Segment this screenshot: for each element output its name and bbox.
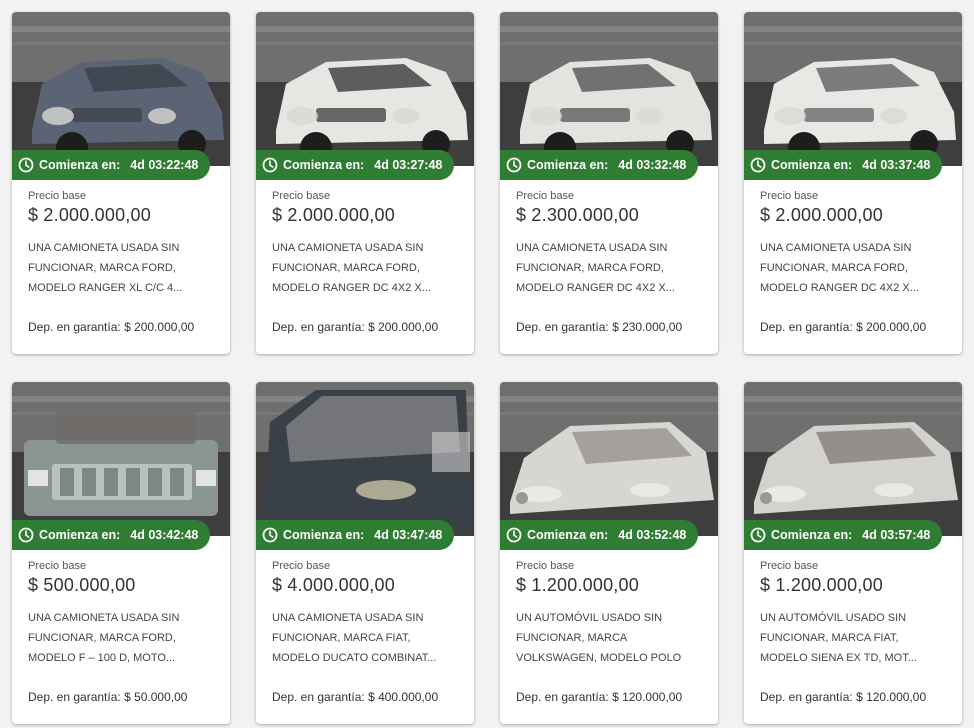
vehicle-description: UNA CAMIONETA USADA SIN FUNCIONAR, MARCA…: [28, 242, 183, 294]
countdown-label: Comienza en:: [39, 528, 121, 542]
vehicle-description: UNA CAMIONETA USADA SIN FUNCIONAR, MARCA…: [272, 242, 431, 294]
vehicle-photo[interactable]: [500, 382, 718, 536]
countdown-badge: Comienza en: 4d 03:32:48: [500, 150, 699, 180]
price-label: Precio base: [760, 560, 819, 572]
vehicle-photo[interactable]: [12, 12, 230, 166]
clock-icon: [18, 527, 34, 543]
card-body: Precio base $ 500.000,00 UNA CAMIONETA U…: [12, 536, 230, 668]
listing-card[interactable]: Comienza en: 4d 03:27:48 Precio base $ 2…: [256, 12, 474, 354]
card-body: Precio base $ 2.000.000,00 UNA CAMIONETA…: [12, 166, 230, 298]
base-price: $ 2.000.000,00: [760, 205, 883, 225]
countdown-badge: Comienza en: 4d 03:27:48: [256, 150, 455, 180]
deposit-amount: Dep. en garantía: $ 50.000,00: [28, 690, 188, 704]
deposit-amount: Dep. en garantía: $ 120.000,00: [760, 690, 927, 704]
vehicle-photo[interactable]: [744, 12, 962, 166]
countdown-time: 4d 03:52:48: [618, 528, 687, 542]
deposit-amount: Dep. en garantía: $ 230.000,00: [516, 320, 683, 334]
countdown-time: 4d 03:32:48: [618, 158, 687, 172]
listing-grid: Comienza en: 4d 03:22:48 Precio base $ 2…: [0, 0, 974, 728]
card-body: Precio base $ 2.000.000,00 UNA CAMIONETA…: [744, 166, 962, 298]
vehicle-description: UNA CAMIONETA USADA SIN FUNCIONAR, MARCA…: [28, 612, 180, 664]
base-price: $ 2.000.000,00: [28, 205, 151, 225]
base-price: $ 4.000.000,00: [272, 575, 395, 595]
card-body: Precio base $ 2.000.000,00 UNA CAMIONETA…: [256, 166, 474, 298]
base-price: $ 1.200.000,00: [516, 575, 639, 595]
deposit-amount: Dep. en garantía: $ 200.000,00: [760, 320, 927, 334]
countdown-badge: Comienza en: 4d 03:52:48: [500, 520, 699, 550]
countdown-badge: Comienza en: 4d 03:47:48: [256, 520, 455, 550]
countdown-time: 4d 03:42:48: [130, 528, 199, 542]
clock-icon: [262, 157, 278, 173]
vehicle-description: UNA CAMIONETA USADA SIN FUNCIONAR, MARCA…: [516, 242, 675, 294]
vehicle-description: UN AUTOMÓVIL USADO SIN FUNCIONAR, MARCA …: [760, 612, 917, 664]
deposit-amount: Dep. en garantía: $ 200.000,00: [28, 320, 195, 334]
vehicle-photo[interactable]: [256, 12, 474, 166]
listing-card[interactable]: Comienza en: 4d 03:37:48 Precio base $ 2…: [744, 12, 962, 354]
listing-card[interactable]: Comienza en: 4d 03:52:48 Precio base $ 1…: [500, 382, 718, 724]
price-label: Precio base: [272, 560, 331, 572]
clock-icon: [18, 157, 34, 173]
countdown-label: Comienza en:: [527, 528, 609, 542]
countdown-badge: Comienza en: 4d 03:57:48: [744, 520, 943, 550]
vehicle-photo[interactable]: [500, 12, 718, 166]
clock-icon: [750, 157, 766, 173]
countdown-time: 4d 03:47:48: [374, 528, 443, 542]
listing-card[interactable]: Comienza en: 4d 03:42:48 Precio base $ 5…: [12, 382, 230, 724]
vehicle-image: [500, 12, 718, 166]
base-price: $ 1.200.000,00: [760, 575, 883, 595]
vehicle-image: [12, 382, 230, 536]
vehicle-image: [12, 12, 230, 166]
countdown-label: Comienza en:: [527, 158, 609, 172]
price-label: Precio base: [516, 190, 575, 202]
clock-icon: [750, 527, 766, 543]
card-body: Precio base $ 4.000.000,00 UNA CAMIONETA…: [256, 536, 474, 668]
countdown-badge: Comienza en: 4d 03:37:48: [744, 150, 943, 180]
listing-card[interactable]: Comienza en: 4d 03:57:48 Precio base $ 1…: [744, 382, 962, 724]
countdown-badge: Comienza en: 4d 03:42:48: [12, 520, 211, 550]
base-price: $ 2.300.000,00: [516, 205, 639, 225]
price-label: Precio base: [28, 560, 87, 572]
countdown-time: 4d 03:37:48: [862, 158, 931, 172]
vehicle-description: UN AUTOMÓVIL USADO SIN FUNCIONAR, MARCA …: [516, 612, 682, 664]
base-price: $ 500.000,00: [28, 575, 136, 595]
price-label: Precio base: [516, 560, 575, 572]
card-body: Precio base $ 2.300.000,00 UNA CAMIONETA…: [500, 166, 718, 298]
listing-card[interactable]: Comienza en: 4d 03:47:48 Precio base $ 4…: [256, 382, 474, 724]
deposit-amount: Dep. en garantía: $ 120.000,00: [516, 690, 683, 704]
countdown-time: 4d 03:57:48: [862, 528, 931, 542]
deposit-amount: Dep. en garantía: $ 400.000,00: [272, 690, 439, 704]
clock-icon: [506, 527, 522, 543]
vehicle-photo[interactable]: [256, 382, 474, 536]
countdown-label: Comienza en:: [771, 158, 853, 172]
countdown-label: Comienza en:: [283, 528, 365, 542]
countdown-label: Comienza en:: [771, 528, 853, 542]
price-label: Precio base: [760, 190, 819, 202]
vehicle-image: [500, 382, 718, 536]
countdown-badge: Comienza en: 4d 03:22:48: [12, 150, 211, 180]
price-label: Precio base: [28, 190, 87, 202]
clock-icon: [506, 157, 522, 173]
countdown-label: Comienza en:: [39, 158, 121, 172]
card-body: Precio base $ 1.200.000,00 UN AUTOMÓVIL …: [744, 536, 962, 668]
vehicle-photo[interactable]: [12, 382, 230, 536]
clock-icon: [262, 527, 278, 543]
countdown-label: Comienza en:: [283, 158, 365, 172]
listing-card[interactable]: Comienza en: 4d 03:32:48 Precio base $ 2…: [500, 12, 718, 354]
deposit-amount: Dep. en garantía: $ 200.000,00: [272, 320, 439, 334]
vehicle-description: UNA CAMIONETA USADA SIN FUNCIONAR, MARCA…: [760, 242, 919, 294]
listing-card[interactable]: Comienza en: 4d 03:22:48 Precio base $ 2…: [12, 12, 230, 354]
countdown-time: 4d 03:22:48: [130, 158, 199, 172]
vehicle-image: [256, 382, 474, 536]
vehicle-image: [256, 12, 474, 166]
vehicle-image: [744, 12, 962, 166]
vehicle-image: [744, 382, 962, 536]
vehicle-description: UNA CAMIONETA USADA SIN FUNCIONAR, MARCA…: [272, 612, 437, 664]
card-body: Precio base $ 1.200.000,00 UN AUTOMÓVIL …: [500, 536, 718, 668]
base-price: $ 2.000.000,00: [272, 205, 395, 225]
price-label: Precio base: [272, 190, 331, 202]
vehicle-photo[interactable]: [744, 382, 962, 536]
countdown-time: 4d 03:27:48: [374, 158, 443, 172]
